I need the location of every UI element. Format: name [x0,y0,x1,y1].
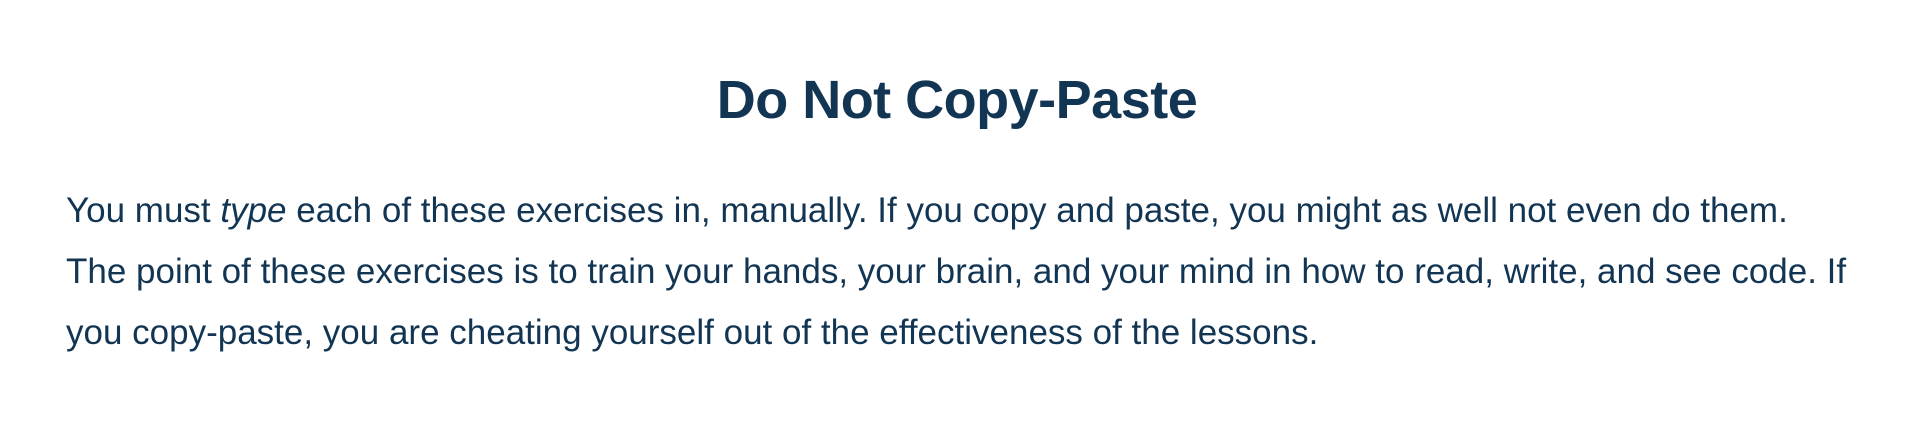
paragraph-text-start: You must [66,191,221,230]
section-heading: Do Not Copy-Paste [716,70,1198,130]
article-section: Do Not Copy-Paste You must type each of … [66,0,1848,363]
section-paragraph: You must type each of these exercises in… [66,180,1848,363]
emphasized-word: type [220,191,287,230]
paragraph-text-rest: each of these exercises in, manually. If… [66,191,1847,352]
